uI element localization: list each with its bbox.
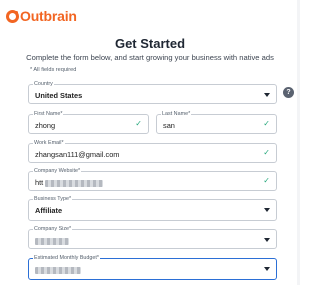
check-icon: ✓ xyxy=(263,176,270,185)
scrollbar[interactable] xyxy=(297,0,300,285)
check-icon: ✓ xyxy=(263,119,270,128)
chevron-down-icon xyxy=(264,238,270,242)
company-size-label: Company Size* xyxy=(33,226,73,233)
redacted-text xyxy=(45,179,104,187)
form-subtitle: Complete the form below, and start growi… xyxy=(26,53,274,62)
company-size-select[interactable]: Company Size* xyxy=(28,226,277,249)
company-size-value xyxy=(35,236,69,245)
check-icon: ✓ xyxy=(135,119,142,128)
monthly-budget-select[interactable]: Estimated Monthly Budget* xyxy=(28,255,277,280)
monthly-budget-value xyxy=(35,265,81,274)
chevron-down-icon xyxy=(264,93,270,97)
logo-mark-icon xyxy=(6,9,19,23)
last-name-field[interactable]: Last Name* san ✓ xyxy=(156,111,277,134)
work-email-label: Work Email* xyxy=(33,140,65,147)
redacted-text xyxy=(35,266,81,274)
business-type-label: Business Type* xyxy=(33,196,73,203)
logo-text: Outbrain xyxy=(20,8,77,24)
country-value: United States xyxy=(35,91,83,100)
first-name-value: zhong xyxy=(35,121,56,130)
country-select[interactable]: Country United States xyxy=(28,81,277,104)
chevron-down-icon xyxy=(264,267,270,271)
work-email-value: zhangsan111@gmail.com xyxy=(35,150,120,159)
outbrain-logo[interactable]: Outbrain xyxy=(6,8,77,24)
help-icon[interactable]: ? xyxy=(283,87,294,98)
monthly-budget-label: Estimated Monthly Budget* xyxy=(33,255,101,262)
last-name-value: san xyxy=(163,121,175,130)
company-website-value: htt xyxy=(35,178,104,187)
company-website-label: Company Website* xyxy=(33,168,82,175)
first-name-label: First Name* xyxy=(33,111,64,118)
country-label: Country xyxy=(33,81,54,88)
check-icon: ✓ xyxy=(263,148,270,157)
last-name-label: Last Name* xyxy=(161,111,192,118)
page-title: Get Started xyxy=(114,36,186,51)
business-type-value: Affiliate xyxy=(35,206,63,215)
company-website-field[interactable]: Company Website* htt ✓ xyxy=(28,168,277,191)
first-name-field[interactable]: First Name* zhong ✓ xyxy=(28,111,149,134)
required-note: * All fields required xyxy=(30,67,77,73)
work-email-field[interactable]: Work Email* zhangsan111@gmail.com ✓ xyxy=(28,140,277,163)
business-type-select[interactable]: Business Type* Affiliate xyxy=(28,196,277,221)
company-website-text: htt xyxy=(35,178,44,187)
redacted-text xyxy=(35,237,69,245)
chevron-down-icon xyxy=(264,208,270,212)
